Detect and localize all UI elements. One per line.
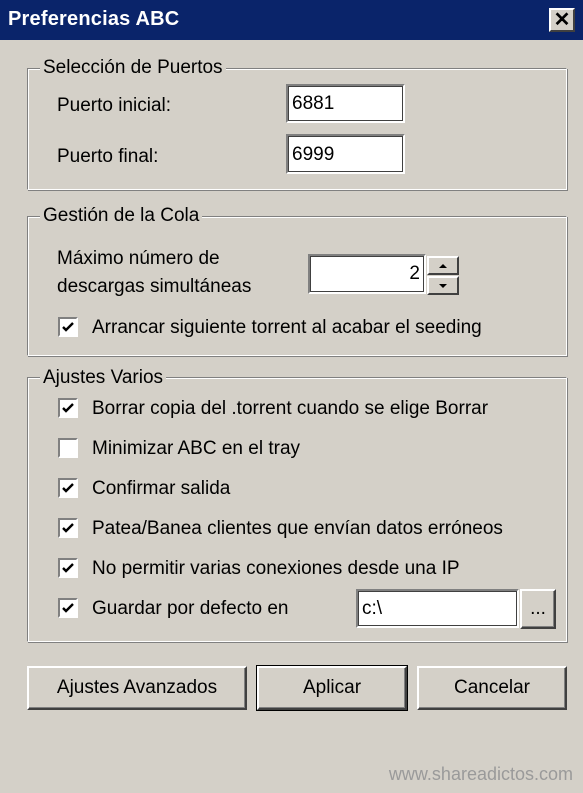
check-icon [62, 483, 74, 493]
start-next-label: Arrancar siguiente torrent al acabar el … [92, 317, 482, 338]
misc-group-legend: Ajustes Varios [40, 367, 167, 389]
save-default-checkbox[interactable] [58, 598, 78, 618]
check-icon [62, 322, 74, 332]
minimize-tray-checkbox[interactable] [58, 438, 78, 458]
browse-button-label: ... [530, 598, 546, 619]
browse-button[interactable]: ... [520, 589, 556, 629]
apply-label: Aplicar [302, 677, 362, 698]
single-ip-checkbox[interactable] [58, 558, 78, 578]
queue-group-legend: Gestión de la Cola [40, 205, 203, 227]
arrow-down-icon [439, 284, 447, 288]
cancel-button[interactable]: Cancelar [417, 666, 567, 710]
window-title: Preferencias ABC [8, 8, 180, 30]
spin-up-button[interactable] [427, 256, 459, 275]
check-icon [62, 563, 74, 573]
single-ip-label: No permitir varias conexiones desde una … [92, 558, 460, 579]
end-port-input[interactable]: 6999 [286, 134, 405, 174]
advanced-settings-label: Ajustes Avanzados [56, 677, 218, 698]
check-icon [62, 523, 74, 533]
save-default-label: Guardar por defecto en [92, 598, 289, 619]
max-downloads-label-line1: Máximo número de [57, 248, 220, 269]
check-icon [62, 403, 74, 413]
spin-down-button[interactable] [427, 276, 459, 295]
check-icon [62, 603, 74, 613]
start-next-checkbox[interactable] [58, 317, 78, 337]
delete-torrent-checkbox[interactable] [58, 398, 78, 418]
watermark-text: www.shareadictos.com [388, 764, 573, 784]
cancel-label: Cancelar [453, 677, 531, 698]
kick-ban-label: Patea/Banea clientes que envían datos er… [92, 518, 503, 539]
title-bar: Preferencias ABC ✕ [0, 0, 583, 40]
start-port-label: Puerto inicial: [57, 95, 172, 116]
end-port-label: Puerto final: [57, 146, 159, 167]
max-downloads-label-line2: descargas simultáneas [57, 276, 252, 297]
max-downloads-input[interactable]: 2 [308, 254, 426, 294]
confirm-exit-label: Confirmar salida [92, 478, 231, 499]
save-path-input[interactable]: c:\ [356, 589, 519, 628]
apply-button[interactable]: Aplicar [256, 665, 408, 711]
confirm-exit-checkbox[interactable] [58, 478, 78, 498]
close-button[interactable]: ✕ [549, 8, 575, 32]
kick-ban-checkbox[interactable] [58, 518, 78, 538]
advanced-settings-button[interactable]: Ajustes Avanzados [27, 666, 247, 710]
close-icon: ✕ [553, 9, 571, 31]
delete-torrent-label: Borrar copia del .torrent cuando se elig… [92, 398, 489, 419]
start-port-input[interactable]: 6881 [286, 84, 405, 123]
ports-group-legend: Selección de Puertos [40, 57, 226, 79]
arrow-up-icon [439, 264, 447, 268]
minimize-tray-label: Minimizar ABC en el tray [92, 438, 301, 459]
